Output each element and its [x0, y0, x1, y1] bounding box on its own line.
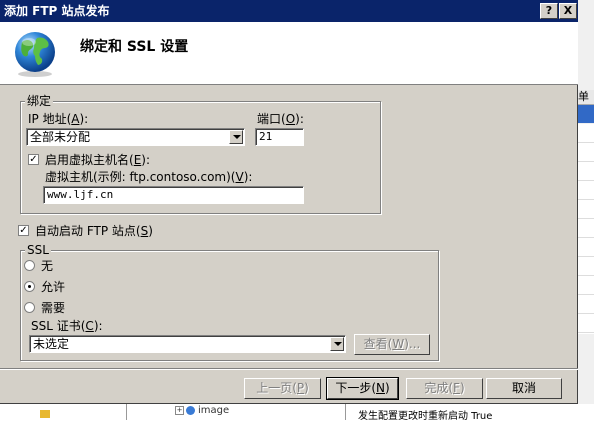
background-list-rows	[578, 124, 594, 334]
footer-divider	[0, 368, 578, 370]
ssl-allow-label[interactable]: 允许	[41, 280, 65, 294]
ssl-certificate-select[interactable]: 未选定	[29, 335, 346, 353]
window-title: 添加 FTP 站点发布	[4, 4, 110, 18]
cancel-button[interactable]: 取消	[486, 378, 562, 399]
background-pane-properties: 发生配置更改时重新启动 True	[346, 404, 594, 422]
folder-icon	[40, 410, 50, 418]
globe-small-icon	[186, 405, 195, 415]
ssl-require-radio[interactable]	[24, 302, 35, 313]
close-button[interactable]: X	[559, 3, 577, 19]
ssl-legend: SSL	[25, 243, 51, 257]
background-list-pane: 单	[578, 0, 594, 420]
virtual-host-checkbox-label[interactable]: 启用虚拟主机名(E):	[45, 153, 150, 167]
port-input[interactable]: 21	[255, 128, 304, 146]
background-bottom-panes: + image 发生配置更改时重新启动 True	[0, 404, 594, 422]
tree-item-label: image	[198, 405, 230, 416]
virtual-host-label: 虚拟主机(示例: ftp.contoso.com)(V):	[45, 170, 253, 184]
view-certificate-button[interactable]: 查看(W)...	[354, 334, 430, 355]
chevron-down-icon[interactable]	[330, 337, 344, 351]
ssl-require-label[interactable]: 需要	[41, 301, 65, 315]
autostart-checkbox[interactable]: ✓	[18, 225, 29, 236]
ip-address-value: 全部未分配	[30, 130, 91, 144]
background-pane-left	[0, 404, 127, 420]
expand-icon[interactable]: +	[175, 405, 184, 415]
help-button[interactable]: ?	[540, 3, 558, 19]
chevron-down-icon[interactable]	[229, 130, 243, 144]
globe-icon	[15, 32, 55, 77]
ip-address-select[interactable]: 全部未分配	[26, 128, 245, 146]
wizard-header: 绑定和 SSL 设置	[0, 22, 578, 85]
background-column-header: 单	[578, 90, 594, 105]
previous-button[interactable]: 上一页(P)	[244, 378, 321, 399]
port-label: 端口(O):	[257, 112, 304, 126]
title-bar[interactable]: 添加 FTP 站点发布 ? X	[0, 0, 578, 22]
background-pane-tree: + image	[127, 404, 346, 420]
binding-legend: 绑定	[25, 94, 54, 108]
virtual-host-checkbox[interactable]: ✓	[28, 154, 39, 165]
ssl-none-label[interactable]: 无	[41, 259, 53, 273]
autostart-label[interactable]: 自动启动 FTP 站点(S)	[35, 224, 153, 238]
next-button[interactable]: 下一步(N)	[326, 377, 399, 400]
ip-address-label: IP 地址(A):	[28, 112, 89, 126]
wizard-dialog: 添加 FTP 站点发布 ? X 绑定和 SSL 设置 绑定 IP 地址(A): …	[0, 0, 578, 404]
tree-item-image[interactable]: + image	[175, 405, 229, 416]
virtual-host-input[interactable]: www.ljf.cn	[43, 186, 304, 204]
ssl-certificate-label: SSL 证书(C):	[31, 319, 103, 333]
ssl-allow-radio[interactable]	[24, 281, 35, 292]
ssl-none-radio[interactable]	[24, 260, 35, 271]
page-title: 绑定和 SSL 设置	[80, 39, 189, 55]
finish-button[interactable]: 完成(F)	[406, 378, 483, 399]
ssl-certificate-value: 未选定	[33, 337, 70, 351]
background-selected-row	[578, 105, 594, 123]
